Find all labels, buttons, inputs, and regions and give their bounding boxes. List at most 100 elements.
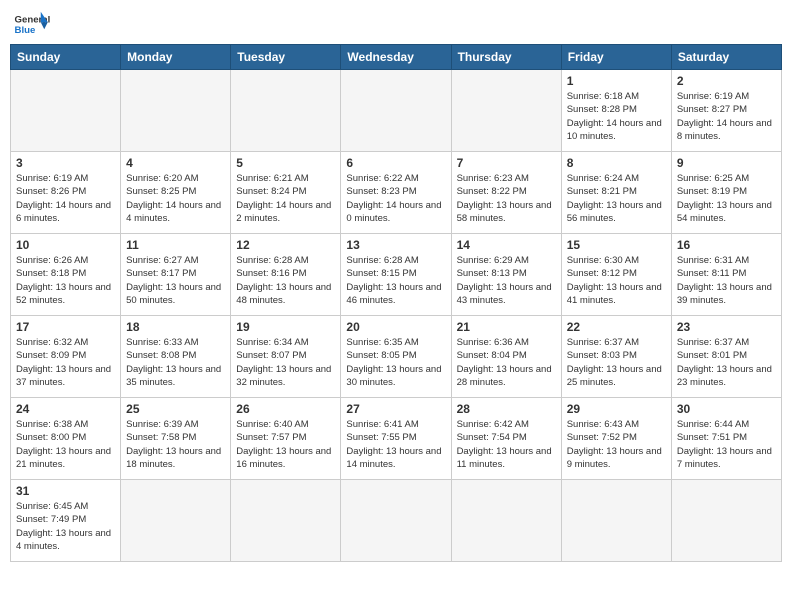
day-cell: 4Sunrise: 6:20 AM Sunset: 8:25 PM Daylig… xyxy=(121,152,231,234)
day-cell: 3Sunrise: 6:19 AM Sunset: 8:26 PM Daylig… xyxy=(11,152,121,234)
day-info: Sunrise: 6:24 AM Sunset: 8:21 PM Dayligh… xyxy=(567,172,666,225)
logo-svg: General Blue xyxy=(14,10,50,38)
day-cell: 13 Sunrise: 6:28 AM Sunset: 8:15 PM Dayli… xyxy=(341,234,451,316)
day-info: Sunrise: 6:33 AM Sunset: 8:08 PM Dayligh… xyxy=(126,336,225,389)
day-cell: 17 Sunrise: 6:32 AM Sunset: 8:09 PM Dayli… xyxy=(11,316,121,398)
day-info: Sunrise: 6:19 AM Sunset: 8:26 PM Dayligh… xyxy=(16,172,115,225)
logo: General Blue xyxy=(14,10,50,38)
day-info: Sunrise: 6:29 AM Sunset: 8:13 PM Dayligh… xyxy=(457,254,556,307)
day-number: 29 xyxy=(567,402,666,416)
day-number: 24 xyxy=(16,402,115,416)
day-cell xyxy=(121,480,231,562)
day-cell xyxy=(11,70,121,152)
day-number: 8 xyxy=(567,156,666,170)
week-row-1: 1 Sunrise: 6:18 AM Sunset: 8:28 PM Daylig… xyxy=(11,70,782,152)
day-cell: 30 Sunrise: 6:44 AM Sunset: 7:51 PM Dayli… xyxy=(671,398,781,480)
day-number: 25 xyxy=(126,402,225,416)
day-number: 20 xyxy=(346,320,445,334)
day-cell: 15Sunrise: 6:30 AM Sunset: 8:12 PM Dayli… xyxy=(561,234,671,316)
day-number: 27 xyxy=(346,402,445,416)
day-cell: 31 Sunrise: 6:45 AM Sunset: 7:49 PM Dayli… xyxy=(11,480,121,562)
day-cell: 28 Sunrise: 6:42 AM Sunset: 7:54 PM Dayli… xyxy=(451,398,561,480)
day-cell xyxy=(561,480,671,562)
day-info: Sunrise: 6:42 AM Sunset: 7:54 PM Dayligh… xyxy=(457,418,556,471)
day-number: 9 xyxy=(677,156,776,170)
day-info: Sunrise: 6:36 AM Sunset: 8:04 PM Dayligh… xyxy=(457,336,556,389)
day-cell: 29 Sunrise: 6:43 AM Sunset: 7:52 PM Dayli… xyxy=(561,398,671,480)
week-row-5: 24 Sunrise: 6:38 AM Sunset: 8:00 PM Dayli… xyxy=(11,398,782,480)
day-cell xyxy=(451,480,561,562)
day-cell: 20 Sunrise: 6:35 AM Sunset: 8:05 PM Dayli… xyxy=(341,316,451,398)
day-cell: 18 Sunrise: 6:33 AM Sunset: 8:08 PM Dayli… xyxy=(121,316,231,398)
day-info: Sunrise: 6:18 AM Sunset: 8:28 PM Dayligh… xyxy=(567,90,666,143)
day-cell: 11 Sunrise: 6:27 AM Sunset: 8:17 PM Dayli… xyxy=(121,234,231,316)
day-info: Sunrise: 6:31 AM Sunset: 8:11 PM Dayligh… xyxy=(677,254,776,307)
week-row-6: 31 Sunrise: 6:45 AM Sunset: 7:49 PM Dayli… xyxy=(11,480,782,562)
week-row-2: 3Sunrise: 6:19 AM Sunset: 8:26 PM Daylig… xyxy=(11,152,782,234)
day-number: 30 xyxy=(677,402,776,416)
day-number: 12 xyxy=(236,238,335,252)
day-number: 28 xyxy=(457,402,556,416)
calendar-table: SundayMondayTuesdayWednesdayThursdayFrid… xyxy=(10,44,782,562)
day-info: Sunrise: 6:37 AM Sunset: 8:01 PM Dayligh… xyxy=(677,336,776,389)
day-number: 7 xyxy=(457,156,556,170)
day-number: 21 xyxy=(457,320,556,334)
day-cell xyxy=(671,480,781,562)
day-info: Sunrise: 6:25 AM Sunset: 8:19 PM Dayligh… xyxy=(677,172,776,225)
day-info: Sunrise: 6:40 AM Sunset: 7:57 PM Dayligh… xyxy=(236,418,335,471)
day-info: Sunrise: 6:38 AM Sunset: 8:00 PM Dayligh… xyxy=(16,418,115,471)
day-cell: 1 Sunrise: 6:18 AM Sunset: 8:28 PM Daylig… xyxy=(561,70,671,152)
day-cell: 23 Sunrise: 6:37 AM Sunset: 8:01 PM Dayli… xyxy=(671,316,781,398)
day-number: 23 xyxy=(677,320,776,334)
day-cell: 16Sunrise: 6:31 AM Sunset: 8:11 PM Dayli… xyxy=(671,234,781,316)
day-number: 6 xyxy=(346,156,445,170)
day-number: 19 xyxy=(236,320,335,334)
day-cell: 14Sunrise: 6:29 AM Sunset: 8:13 PM Dayli… xyxy=(451,234,561,316)
day-info: Sunrise: 6:26 AM Sunset: 8:18 PM Dayligh… xyxy=(16,254,115,307)
day-number: 18 xyxy=(126,320,225,334)
day-cell: 26 Sunrise: 6:40 AM Sunset: 7:57 PM Dayli… xyxy=(231,398,341,480)
day-number: 17 xyxy=(16,320,115,334)
day-number: 31 xyxy=(16,484,115,498)
day-info: Sunrise: 6:27 AM Sunset: 8:17 PM Dayligh… xyxy=(126,254,225,307)
day-info: Sunrise: 6:32 AM Sunset: 8:09 PM Dayligh… xyxy=(16,336,115,389)
day-cell xyxy=(231,70,341,152)
day-number: 4 xyxy=(126,156,225,170)
day-info: Sunrise: 6:44 AM Sunset: 7:51 PM Dayligh… xyxy=(677,418,776,471)
calendar-header: SundayMondayTuesdayWednesdayThursdayFrid… xyxy=(11,45,782,70)
day-header-saturday: Saturday xyxy=(671,45,781,70)
day-cell: 8 Sunrise: 6:24 AM Sunset: 8:21 PM Daylig… xyxy=(561,152,671,234)
day-cell: 5 Sunrise: 6:21 AM Sunset: 8:24 PM Daylig… xyxy=(231,152,341,234)
header-row: SundayMondayTuesdayWednesdayThursdayFrid… xyxy=(11,45,782,70)
day-info: Sunrise: 6:28 AM Sunset: 8:16 PM Dayligh… xyxy=(236,254,335,307)
day-info: Sunrise: 6:30 AM Sunset: 8:12 PM Dayligh… xyxy=(567,254,666,307)
day-cell: 24 Sunrise: 6:38 AM Sunset: 8:00 PM Dayli… xyxy=(11,398,121,480)
day-info: Sunrise: 6:35 AM Sunset: 8:05 PM Dayligh… xyxy=(346,336,445,389)
day-header-friday: Friday xyxy=(561,45,671,70)
day-number: 5 xyxy=(236,156,335,170)
calendar-body: 1 Sunrise: 6:18 AM Sunset: 8:28 PM Daylig… xyxy=(11,70,782,562)
day-header-tuesday: Tuesday xyxy=(231,45,341,70)
day-cell xyxy=(121,70,231,152)
day-info: Sunrise: 6:45 AM Sunset: 7:49 PM Dayligh… xyxy=(16,500,115,553)
day-header-thursday: Thursday xyxy=(451,45,561,70)
day-number: 1 xyxy=(567,74,666,88)
day-number: 22 xyxy=(567,320,666,334)
day-number: 2 xyxy=(677,74,776,88)
day-cell: 9 Sunrise: 6:25 AM Sunset: 8:19 PM Daylig… xyxy=(671,152,781,234)
day-cell: 10 Sunrise: 6:26 AM Sunset: 8:18 PM Dayli… xyxy=(11,234,121,316)
day-cell xyxy=(341,480,451,562)
day-info: Sunrise: 6:21 AM Sunset: 8:24 PM Dayligh… xyxy=(236,172,335,225)
day-info: Sunrise: 6:28 AM Sunset: 8:15 PM Dayligh… xyxy=(346,254,445,307)
day-header-sunday: Sunday xyxy=(11,45,121,70)
day-cell xyxy=(231,480,341,562)
day-info: Sunrise: 6:43 AM Sunset: 7:52 PM Dayligh… xyxy=(567,418,666,471)
day-info: Sunrise: 6:39 AM Sunset: 7:58 PM Dayligh… xyxy=(126,418,225,471)
day-number: 26 xyxy=(236,402,335,416)
day-cell xyxy=(341,70,451,152)
day-number: 10 xyxy=(16,238,115,252)
day-number: 11 xyxy=(126,238,225,252)
day-number: 13 xyxy=(346,238,445,252)
day-cell: 2Sunrise: 6:19 AM Sunset: 8:27 PM Daylig… xyxy=(671,70,781,152)
day-cell: 25 Sunrise: 6:39 AM Sunset: 7:58 PM Dayli… xyxy=(121,398,231,480)
